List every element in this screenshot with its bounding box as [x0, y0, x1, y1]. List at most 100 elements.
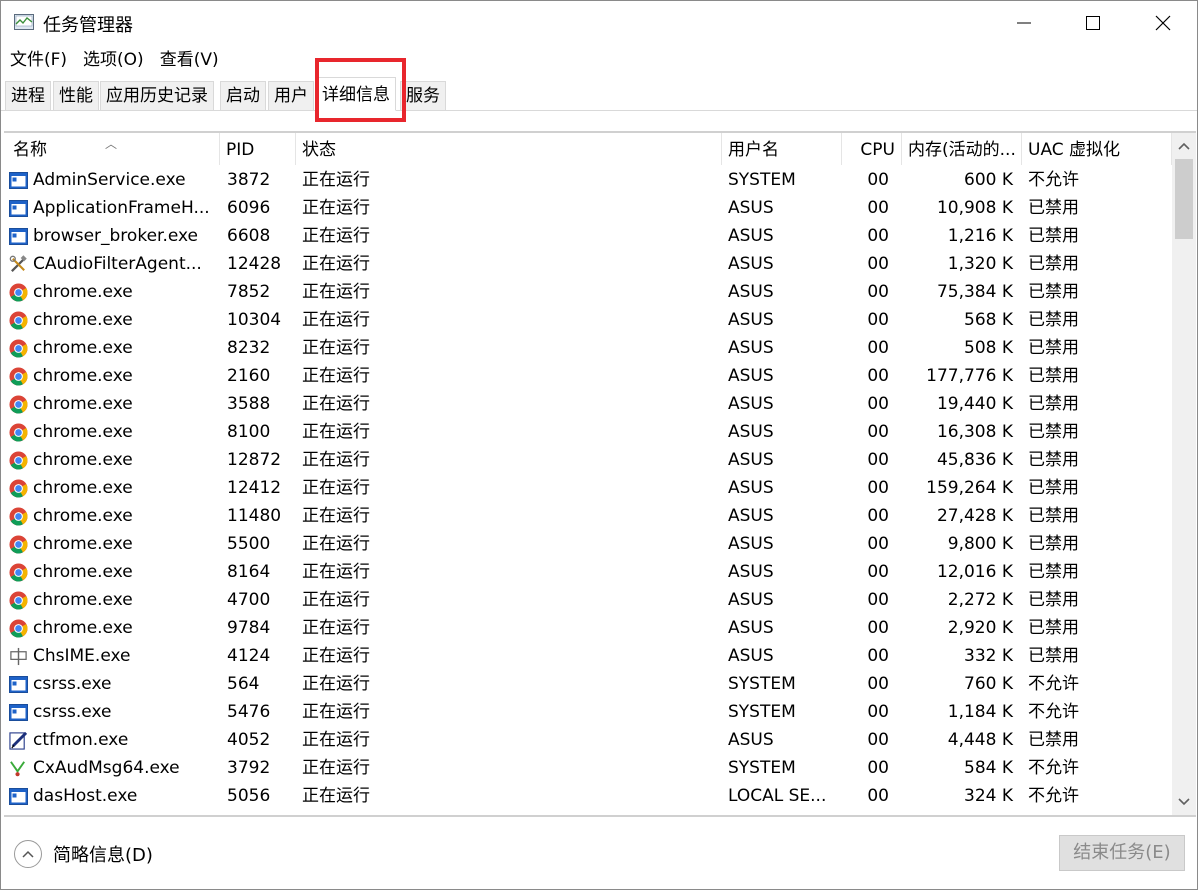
chrome-icon [9, 591, 28, 610]
scroll-up-icon[interactable] [1172, 137, 1196, 155]
column-header-cpu[interactable]: CPU [842, 133, 902, 165]
process-memory: 1,184 K [947, 702, 1013, 722]
process-uac: 已禁用 [1028, 506, 1079, 526]
table-row[interactable]: chrome.exe 9784 正在运行 ASUS 00 2,920 K 已禁用 [4, 614, 1172, 642]
close-button[interactable] [1128, 1, 1198, 45]
table-row[interactable]: chrome.exe 2160 正在运行 ASUS 00 177,776 K 已禁用 [4, 362, 1172, 390]
tab-processes[interactable]: 进程 [5, 81, 51, 110]
table-row[interactable]: ChsIME.exe 4124 正在运行 ASUS 00 332 K 已禁用 [4, 642, 1172, 670]
table-row[interactable]: chrome.exe 4700 正在运行 ASUS 00 2,272 K 已禁用 [4, 586, 1172, 614]
table-row[interactable]: chrome.exe 11480 正在运行 ASUS 00 27,428 K 已禁用 [4, 502, 1172, 530]
process-memory: 2,920 K [947, 618, 1013, 638]
table-row[interactable]: chrome.exe 12412 正在运行 ASUS 00 159,264 K 已禁用 [4, 474, 1172, 502]
process-memory: 2,272 K [947, 590, 1013, 610]
tab-app-history[interactable]: 应用历史记录 [100, 81, 214, 110]
process-uac: 已禁用 [1028, 338, 1079, 358]
menu-options[interactable]: 选项(O) [75, 45, 152, 75]
process-status: 正在运行 [302, 758, 370, 778]
table-row[interactable]: chrome.exe 8232 正在运行 ASUS 00 508 K 已禁用 [4, 334, 1172, 362]
vertical-scrollbar[interactable] [1172, 133, 1196, 815]
table-row[interactable]: csrss.exe 564 正在运行 SYSTEM 00 760 K 不允许 [4, 670, 1172, 698]
scrollbar-thumb[interactable] [1175, 159, 1193, 239]
column-header-uac[interactable]: UAC 虚拟化 [1022, 133, 1172, 165]
table-row[interactable]: AdminService.exe 3872 正在运行 SYSTEM 00 600 K 不允许 [4, 166, 1172, 194]
end-task-button[interactable]: 结束任务(E) [1059, 835, 1185, 871]
column-header-pid[interactable]: PID [220, 133, 296, 165]
menu-view[interactable]: 查看(V) [152, 45, 227, 75]
column-header-memory[interactable]: 内存(活动的... [902, 133, 1022, 165]
collapse-button[interactable] [14, 840, 42, 868]
tab-users[interactable]: 用户 [268, 81, 314, 110]
table-row[interactable]: chrome.exe 10304 正在运行 ASUS 00 568 K 已禁用 [4, 306, 1172, 334]
process-uac: 不允许 [1028, 170, 1079, 190]
table-row[interactable]: ApplicationFrameH... 6096 正在运行 ASUS 00 10,908… [4, 194, 1172, 222]
table-row[interactable]: CxAudMsg64.exe 3792 正在运行 SYSTEM 00 584 K 不允许 [4, 754, 1172, 782]
tab-details[interactable]: 详细信息 [316, 77, 396, 111]
process-pid: 4124 [227, 646, 271, 666]
audio-icon [9, 759, 28, 778]
close-icon [1155, 15, 1171, 31]
column-header-status[interactable]: 状态 [296, 133, 722, 165]
process-uac: 已禁用 [1028, 730, 1079, 750]
table-row[interactable]: browser_broker.exe 6608 正在运行 ASUS 00 1,216 K 已… [4, 222, 1172, 250]
exe-window-icon [9, 199, 28, 218]
process-user: SYSTEM [728, 758, 796, 778]
process-cpu: 00 [867, 646, 889, 666]
process-memory: 159,264 K [926, 478, 1013, 498]
table-row[interactable]: CAudioFilterAgent... 12428 正在运行 ASUS 00 1,320… [4, 250, 1172, 278]
process-name: ChsIME.exe [33, 646, 131, 666]
table-row[interactable]: chrome.exe 5500 正在运行 ASUS 00 9,800 K 已禁用 [4, 530, 1172, 558]
fewer-details-link[interactable]: 简略信息(D) [53, 841, 153, 867]
column-header-name[interactable]: ︿ 名称 [4, 133, 220, 165]
process-name: ApplicationFrameH... [33, 198, 210, 218]
maximize-button[interactable] [1058, 1, 1128, 45]
column-header-memory-label: 内存(活动的... [908, 140, 1016, 160]
process-uac: 已禁用 [1028, 254, 1079, 274]
process-cpu: 00 [867, 758, 889, 778]
task-manager-icon [14, 14, 34, 30]
process-cpu: 00 [867, 450, 889, 470]
process-name: chrome.exe [33, 618, 133, 638]
scroll-down-icon[interactable] [1172, 793, 1196, 811]
process-rows: AdminService.exe 3872 正在运行 SYSTEM 00 600 K 不允许… [4, 166, 1172, 810]
table-row[interactable]: chrome.exe 12872 正在运行 ASUS 00 45,836 K 已禁用 [4, 446, 1172, 474]
process-user: ASUS [728, 282, 774, 302]
table-row[interactable]: dasHost.exe 5056 正在运行 LOCAL SE... 00 324 K 不允许 [4, 782, 1172, 810]
table-row[interactable]: chrome.exe 8164 正在运行 ASUS 00 12,016 K 已禁用 [4, 558, 1172, 586]
process-memory: 1,216 K [947, 226, 1013, 246]
column-header-user[interactable]: 用户名 [722, 133, 842, 165]
process-user: SYSTEM [728, 170, 796, 190]
process-pid: 4052 [227, 730, 271, 750]
process-status: 正在运行 [302, 338, 370, 358]
process-user: ASUS [728, 338, 774, 358]
process-user: ASUS [728, 422, 774, 442]
minimize-button[interactable] [989, 1, 1059, 45]
chrome-icon [9, 423, 28, 442]
process-pid: 2160 [227, 366, 271, 386]
process-status: 正在运行 [302, 786, 370, 806]
table-row[interactable]: chrome.exe 7852 正在运行 ASUS 00 75,384 K 已禁用 [4, 278, 1172, 306]
table-row[interactable]: csrss.exe 5476 正在运行 SYSTEM 00 1,184 K 不允许 [4, 698, 1172, 726]
process-uac: 已禁用 [1028, 618, 1079, 638]
menu-file[interactable]: 文件(F) [1, 45, 75, 75]
process-cpu: 00 [867, 674, 889, 694]
process-memory: 27,428 K [936, 506, 1013, 526]
process-user: ASUS [728, 534, 774, 554]
tab-startup[interactable]: 启动 [220, 81, 266, 110]
process-status: 正在运行 [302, 702, 370, 722]
process-uac: 不允许 [1028, 674, 1079, 694]
pen-icon [9, 731, 28, 750]
process-user: ASUS [728, 506, 774, 526]
tools-icon [9, 255, 28, 274]
column-header-user-label: 用户名 [728, 140, 779, 160]
tab-services[interactable]: 服务 [400, 81, 446, 110]
title-bar[interactable]: 任务管理器 [1, 1, 1197, 45]
tab-performance[interactable]: 性能 [53, 81, 99, 110]
table-row[interactable]: chrome.exe 8100 正在运行 ASUS 00 16,308 K 已禁用 [4, 418, 1172, 446]
process-user: SYSTEM [728, 702, 796, 722]
table-row[interactable]: chrome.exe 3588 正在运行 ASUS 00 19,440 K 已禁用 [4, 390, 1172, 418]
process-user: LOCAL SE... [728, 786, 827, 806]
process-status: 正在运行 [302, 170, 370, 190]
menu-bar: 文件(F) 选项(O) 查看(V) [1, 45, 227, 75]
table-row[interactable]: ctfmon.exe 4052 正在运行 ASUS 00 4,448 K 已禁用 [4, 726, 1172, 754]
